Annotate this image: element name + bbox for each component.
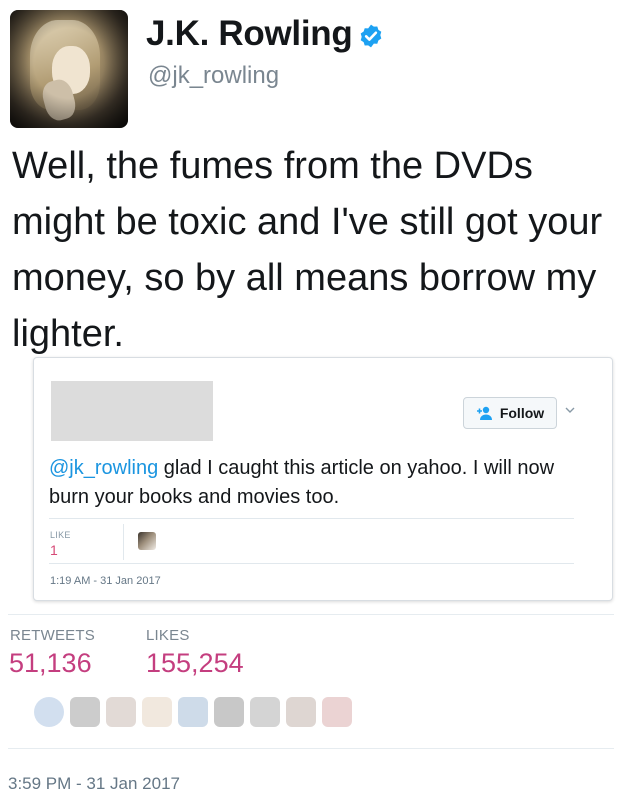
verified-badge-icon: [361, 24, 382, 48]
author-name-row: J.K. Rowling: [146, 14, 384, 54]
quoted-like-label: LIKE: [50, 530, 71, 540]
liker-avatar[interactable]: [322, 697, 352, 727]
retweets-count[interactable]: 51,136: [9, 648, 92, 679]
stats-divider-top: [8, 614, 614, 615]
retweets-label: RETWEETS: [10, 627, 95, 644]
liker-avatars-row: [34, 697, 352, 727]
follow-label: Follow: [499, 405, 545, 421]
liker-avatar[interactable]: [106, 697, 136, 727]
quoted-like-count[interactable]: 1: [50, 542, 58, 558]
liker-avatar[interactable]: [34, 697, 64, 727]
quoted-tweet-text: @jk_rowling glad I caught this article o…: [49, 454, 589, 512]
card-divider-top: [49, 518, 574, 519]
stats-divider-bottom: [8, 748, 614, 749]
quoted-tweet-card[interactable]: Follow @jk_rowling glad I caught this ar…: [33, 357, 613, 601]
chevron-down-icon[interactable]: [564, 404, 576, 416]
redacted-author-block: [51, 381, 213, 441]
add-user-icon: [476, 406, 492, 420]
liker-avatar[interactable]: [250, 697, 280, 727]
likes-count[interactable]: 155,254: [146, 648, 244, 679]
liker-avatar[interactable]: [178, 697, 208, 727]
liker-avatar[interactable]: [286, 697, 316, 727]
likes-label: LIKES: [146, 627, 190, 644]
mention-link[interactable]: @jk_rowling: [49, 457, 158, 479]
liker-avatar[interactable]: [138, 532, 156, 550]
author-avatar[interactable]: [10, 10, 128, 128]
liker-avatar[interactable]: [142, 697, 172, 727]
liker-avatar[interactable]: [70, 697, 100, 727]
tweet-text: Well, the fumes from the DVDs might be t…: [12, 145, 603, 355]
card-divider-bottom: [49, 563, 574, 564]
liker-avatar[interactable]: [214, 697, 244, 727]
author-handle[interactable]: @jk_rowling: [148, 62, 279, 90]
tweet-timestamp[interactable]: 3:59 PM - 31 Jan 2017: [8, 774, 180, 794]
author-name[interactable]: J.K. Rowling: [146, 14, 353, 54]
quoted-tweet-timestamp[interactable]: 1:19 AM - 31 Jan 2017: [50, 575, 161, 587]
stats-vertical-divider: [123, 524, 124, 560]
follow-button[interactable]: Follow: [463, 397, 557, 429]
